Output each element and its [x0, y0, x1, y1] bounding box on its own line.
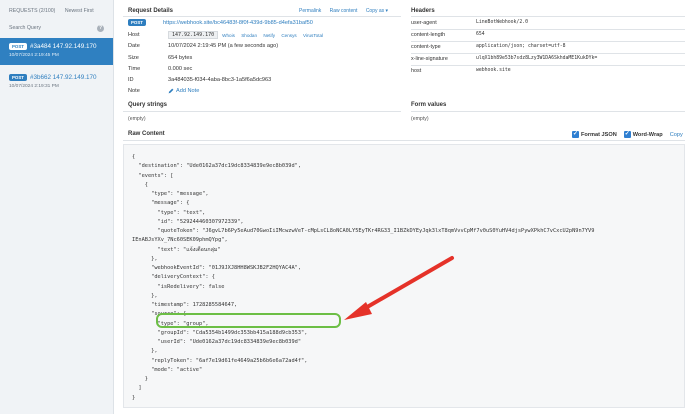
header-value: 654: [476, 32, 485, 37]
method-badge: POST: [9, 43, 27, 50]
request-id-ip: #3b662 147.92.149.170: [29, 74, 97, 81]
header-key: user-agent: [411, 20, 437, 26]
id-value: 3a484035-f034-4aba-8bc3-1a5f6a5dc963: [168, 77, 272, 83]
header-row: content-type application/json; charset=u…: [411, 42, 681, 53]
size-value: 654 bytes: [168, 55, 193, 61]
header-value: webhook.site: [476, 68, 511, 73]
header-key: content-type: [411, 44, 441, 50]
pencil-icon: [168, 88, 174, 94]
group-id-highlight: [156, 313, 341, 328]
form-values-title: Form values: [411, 102, 447, 108]
netify-link[interactable]: Netify: [263, 33, 275, 38]
form-values-value: (empty): [411, 116, 429, 122]
whois-link[interactable]: Whois: [222, 33, 235, 38]
id-label: ID: [128, 77, 134, 83]
red-arrow-annotation: [344, 256, 454, 320]
raw-content-options: ✓ Format JSON ✓ Word-Wrap Copy: [572, 131, 683, 138]
header-row: host webhook.site: [411, 66, 681, 77]
raw-content-title: Raw Content: [128, 131, 165, 137]
request-time: 10/07/2024 2:19:31 PM: [9, 84, 59, 89]
add-note-button[interactable]: Add Note: [168, 88, 199, 94]
requests-count-label: REQUESTS (2/100): [9, 8, 56, 14]
header-value: LineBotWebhook/2.0: [476, 20, 528, 25]
header-row: x-line-signature ulqX1bh89e53b7sdz8Lzy3W…: [411, 54, 681, 65]
format-json-checkbox[interactable]: ✓ Format JSON: [572, 131, 617, 138]
host-ip: 147.92.149.170: [168, 31, 219, 39]
method-badge: POST: [128, 19, 146, 26]
main-panel: Request Details Permalink Raw content Co…: [114, 0, 693, 414]
date-label: Date: [128, 43, 140, 49]
size-label: Size: [128, 55, 139, 61]
webhook-url-link[interactable]: https://webhook.site/bc46483f-8f0f-439d-…: [163, 20, 313, 26]
permalink-link[interactable]: Permalink: [299, 8, 321, 14]
request-id-ip: #3a484 147.92.149.170: [29, 43, 97, 50]
copy-raw-button[interactable]: Copy: [670, 132, 683, 138]
header-key: content-length: [411, 32, 446, 38]
header-key: x-line-signature: [411, 56, 448, 62]
request-item-1[interactable]: POST #3a484 147.92.149.170 10/07/2024 2:1…: [0, 38, 113, 65]
headers-title: Headers: [411, 8, 435, 14]
header-row: user-agent LineBotWebhook/2.0: [411, 18, 681, 29]
query-strings-title: Query strings: [128, 102, 168, 108]
help-icon[interactable]: ?: [97, 24, 104, 32]
sidebar: REQUESTS (2/100) Newest First Search Que…: [0, 0, 114, 414]
add-note-label: Add Note: [176, 88, 200, 94]
details-toolbar: Permalink Raw content Copy as ▾: [299, 8, 395, 14]
word-wrap-checkbox[interactable]: ✓ Word-Wrap: [623, 131, 663, 138]
host-label: Host: [128, 32, 140, 38]
query-strings-value: (empty): [128, 116, 146, 122]
raw-content-link[interactable]: Raw content: [330, 8, 358, 14]
request-details-title: Request Details: [128, 8, 174, 14]
copy-as-dropdown[interactable]: Copy as ▾: [366, 8, 388, 14]
virustotal-link[interactable]: VirusTotal: [303, 33, 323, 38]
checkmark-icon: ✓: [572, 131, 579, 138]
sort-toggle[interactable]: Newest First: [65, 8, 94, 14]
checkmark-icon: ✓: [623, 131, 631, 138]
request-item-2[interactable]: POST #3b662 147.92.149.170 10/07/2024 2:1…: [0, 69, 113, 96]
time-value: 0.000 sec: [168, 66, 193, 72]
header-value: ulqX1bh89e53b7sdz8Lzy3W1DA6SkhdaME1KukDY…: [476, 56, 598, 61]
header-value: application/json; charset=utf-8: [476, 44, 566, 49]
header-key: host: [411, 68, 422, 74]
date-value: 10/07/2024 2:19:45 PM (a few seconds ago…: [168, 43, 279, 49]
censys-link[interactable]: Censys: [281, 33, 296, 38]
header-row: content-length 654: [411, 30, 681, 41]
shodan-link[interactable]: Shodan: [241, 33, 257, 38]
method-badge: POST: [9, 74, 27, 81]
search-query[interactable]: Search Query ?: [0, 22, 113, 34]
sidebar-header: REQUESTS (2/100) Newest First: [0, 0, 113, 22]
search-query-label[interactable]: Search Query: [9, 25, 41, 31]
note-label: Note: [128, 88, 140, 94]
request-time: 10/07/2024 2:19:45 PM: [9, 53, 59, 58]
time-label: Time: [128, 66, 141, 72]
